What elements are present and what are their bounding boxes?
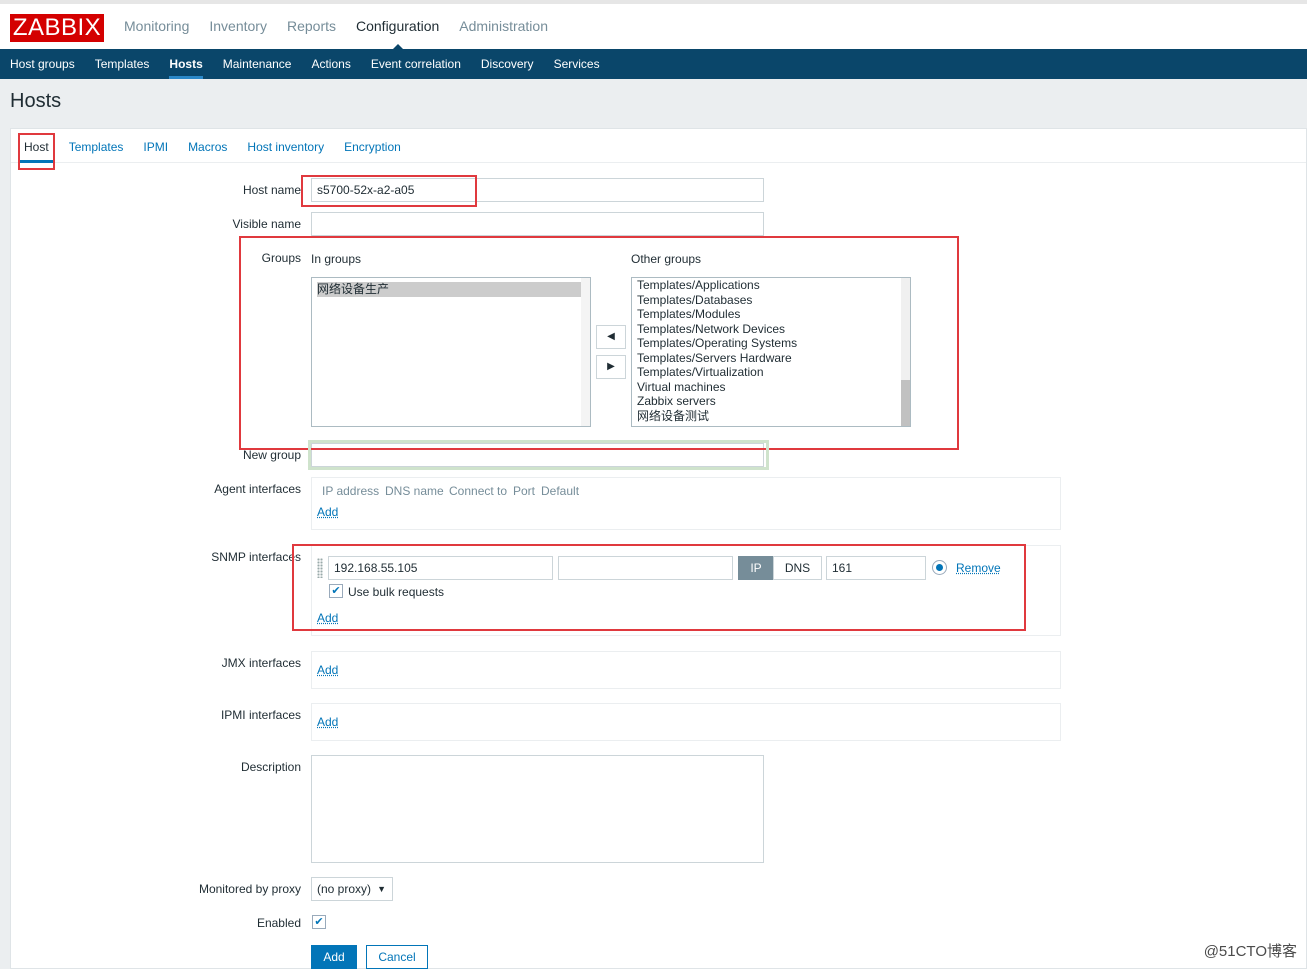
- default-radio[interactable]: [932, 560, 947, 575]
- col-connect-to: Connect to: [449, 484, 508, 498]
- other-groups-label: Other groups: [631, 252, 702, 266]
- main-nav-configuration[interactable]: Configuration: [346, 4, 449, 50]
- tab-templates[interactable]: Templates: [59, 129, 134, 162]
- tab-macros[interactable]: Macros: [178, 129, 237, 162]
- bulk-requests-checkbox[interactable]: ✔: [329, 584, 343, 598]
- sub-nav-hosts[interactable]: Hosts: [159, 49, 212, 79]
- jmx-interfaces-label: JMX interfaces: [221, 656, 301, 670]
- col-ip-address: IP address: [322, 484, 380, 498]
- other-groups-list[interactable]: Templates/Applications Templates/Databas…: [631, 277, 911, 427]
- tab-encryption[interactable]: Encryption: [334, 129, 411, 162]
- description-label: Description: [240, 760, 301, 774]
- arrow-left-icon: ◀: [607, 331, 615, 342]
- snmp-ip-input[interactable]: 192.168.55.105: [328, 556, 553, 580]
- scrollbar-thumb[interactable]: [901, 380, 910, 426]
- sub-nav-discovery[interactable]: Discovery: [471, 49, 544, 79]
- other-group-option[interactable]: Templates/Virtualization: [637, 365, 905, 380]
- other-group-option[interactable]: Virtual machines: [637, 380, 905, 395]
- sub-nav: Host groups Templates Hosts Maintenance …: [0, 49, 1307, 79]
- jmx-add-link[interactable]: Add: [317, 663, 338, 677]
- in-group-option[interactable]: 网络设备生产: [317, 282, 585, 297]
- other-group-option[interactable]: 网络设备测试: [637, 409, 905, 424]
- other-group-option[interactable]: Templates/Databases: [637, 293, 905, 308]
- sub-nav-host-groups[interactable]: Host groups: [0, 49, 85, 79]
- in-groups-label: In groups: [311, 252, 362, 266]
- other-group-option[interactable]: Templates/Applications: [637, 278, 905, 293]
- host-name-label: Host name: [242, 183, 301, 197]
- main-nav: Monitoring Inventory Reports Configurati…: [114, 4, 558, 50]
- main-nav-administration[interactable]: Administration: [449, 4, 558, 49]
- visible-name-input[interactable]: [311, 212, 764, 236]
- other-groups-scrollbar[interactable]: [901, 278, 910, 426]
- description-textarea[interactable]: [311, 755, 764, 863]
- sub-nav-services[interactable]: Services: [544, 49, 610, 79]
- chevron-down-icon: ▼: [377, 884, 386, 894]
- enabled-checkbox[interactable]: ✔: [312, 915, 326, 929]
- top-bar: ZABBIX Monitoring Inventory Reports Conf…: [0, 0, 1307, 50]
- col-port: Port: [513, 484, 536, 498]
- col-dns-name: DNS name: [385, 484, 444, 498]
- visible-name-label: Visible name: [232, 217, 301, 231]
- other-group-option[interactable]: Templates/Modules: [637, 307, 905, 322]
- host-tabs: Host Templates IPMI Macros Host inventor…: [11, 129, 1306, 163]
- other-group-option[interactable]: Templates/Operating Systems: [637, 336, 905, 351]
- groups-label: Groups: [261, 251, 301, 265]
- proxy-label: Monitored by proxy: [198, 882, 301, 896]
- jmx-interfaces-box: [311, 651, 1061, 689]
- snmp-interfaces-label: SNMP interfaces: [211, 550, 301, 564]
- tab-host[interactable]: Host: [14, 129, 59, 163]
- new-group-label: New group: [242, 448, 301, 462]
- in-groups-list[interactable]: 网络设备生产: [311, 277, 591, 427]
- sub-nav-actions[interactable]: Actions: [301, 49, 360, 79]
- watermark: @51CTO博客: [1203, 943, 1297, 960]
- page-title: Hosts: [10, 90, 62, 112]
- cancel-button[interactable]: Cancel: [366, 945, 428, 969]
- other-group-option[interactable]: Templates/Servers Hardware: [637, 351, 905, 366]
- sub-nav-templates[interactable]: Templates: [85, 49, 160, 79]
- add-button[interactable]: Add: [311, 945, 357, 969]
- in-groups-scrollbar[interactable]: [581, 278, 590, 426]
- snmp-port-input[interactable]: 161: [826, 556, 926, 580]
- move-left-button[interactable]: ◀: [596, 325, 626, 349]
- connect-dns-toggle[interactable]: DNS: [773, 556, 822, 580]
- main-nav-inventory[interactable]: Inventory: [199, 4, 277, 49]
- proxy-select-value: (no proxy): [317, 882, 372, 896]
- other-group-option[interactable]: Zabbix servers: [637, 394, 905, 409]
- drag-handle-icon[interactable]: [317, 558, 323, 578]
- agent-add-link[interactable]: Add: [317, 505, 338, 519]
- snmp-dns-input[interactable]: [558, 556, 733, 580]
- enabled-label: Enabled: [256, 916, 301, 930]
- host-name-input[interactable]: s5700-52x-a2-a05: [311, 178, 764, 202]
- main-nav-monitoring[interactable]: Monitoring: [114, 4, 199, 49]
- connect-ip-toggle[interactable]: IP: [738, 556, 774, 580]
- check-icon: ✔: [331, 585, 341, 597]
- check-icon: ✔: [314, 916, 324, 928]
- ipmi-interfaces-label: IPMI interfaces: [220, 708, 301, 722]
- proxy-select[interactable]: (no proxy) ▼: [311, 877, 393, 901]
- new-group-input[interactable]: [311, 443, 764, 467]
- arrow-right-icon: ▶: [607, 361, 615, 372]
- snmp-add-link[interactable]: Add: [317, 611, 338, 625]
- other-group-option[interactable]: Templates/Network Devices: [637, 322, 905, 337]
- main-nav-reports[interactable]: Reports: [277, 4, 346, 49]
- move-right-button[interactable]: ▶: [596, 355, 626, 379]
- col-default: Default: [541, 484, 580, 498]
- ipmi-interfaces-box: [311, 703, 1061, 741]
- snmp-remove-link[interactable]: Remove: [956, 561, 1001, 575]
- tab-host-inventory[interactable]: Host inventory: [237, 129, 334, 162]
- zabbix-logo[interactable]: ZABBIX: [10, 14, 104, 42]
- sub-nav-maintenance[interactable]: Maintenance: [213, 49, 302, 79]
- bulk-requests-label: Use bulk requests: [348, 585, 445, 599]
- sub-nav-event-correlation[interactable]: Event correlation: [361, 49, 471, 79]
- agent-interfaces-label: Agent interfaces: [214, 482, 301, 496]
- ipmi-add-link[interactable]: Add: [317, 715, 338, 729]
- tab-ipmi[interactable]: IPMI: [133, 129, 178, 162]
